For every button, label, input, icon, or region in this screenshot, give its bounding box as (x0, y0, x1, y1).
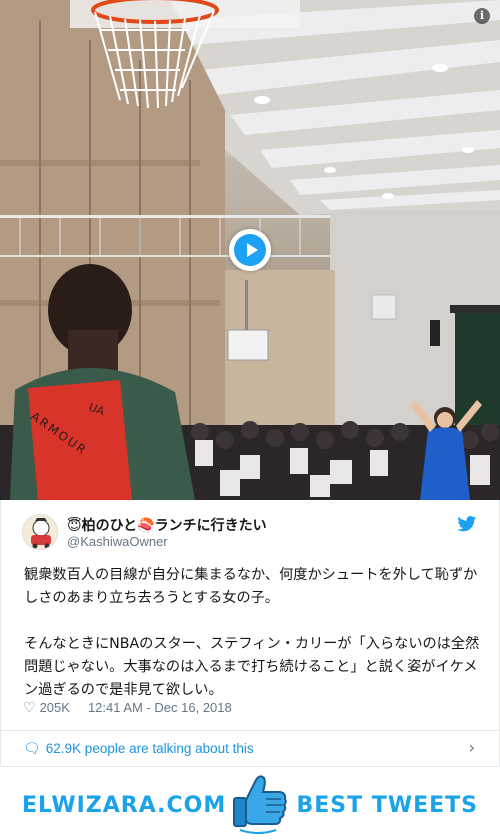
brand-right-text: BEST TWEETS (296, 793, 478, 818)
conversation-label[interactable]: 62.9K people are talking about this (46, 741, 254, 756)
tweet-paragraph-1: 観衆数百人の目線が自分に集まるなか、何度かシュートを外して恥ずかしさのあまり立ち… (24, 567, 478, 606)
heart-icon[interactable]: ♡ (23, 699, 36, 716)
info-icon[interactable]: i (474, 8, 490, 24)
brand-left-text: ELWIZARA.COM (22, 793, 227, 818)
twitter-bird-icon[interactable] (457, 516, 477, 536)
display-name[interactable]: 😇柏のひと🍣ランチに行きたい (67, 515, 267, 535)
thumbs-up-icon (226, 772, 290, 840)
avatar[interactable] (22, 514, 58, 550)
user-handle[interactable]: @KashiwaOwner (67, 534, 168, 549)
tweet-text: 観衆数百人の目線が自分に集まるなか、何度かシュートを外して恥ずかしさのあまり立ち… (24, 564, 486, 702)
tweet-video[interactable]: UA ARMOUR i (0, 0, 500, 500)
like-count[interactable]: 205K (40, 700, 70, 715)
tweet-card: 😇柏のひと🍣ランチに行きたい @KashiwaOwner 観衆数百人の目線が自分… (0, 500, 500, 730)
footer-banner: ELWIZARA.COM BEST TWEETS (0, 770, 500, 840)
tweet-meta: ♡ 205K 12:41 AM - Dec 16, 2018 (23, 699, 232, 716)
conversation-link[interactable]: 🗨 62.9K people are talking about this › (0, 730, 500, 767)
speech-bubble-icon: 🗨 (23, 740, 41, 757)
timestamp[interactable]: 12:41 AM - Dec 16, 2018 (88, 700, 232, 715)
play-icon[interactable] (229, 229, 271, 271)
chevron-right-icon: › (468, 738, 475, 757)
tweet-paragraph-2: そんなときにNBAのスター、ステフィン・カリーが「入らないのは全然問題じゃない。… (24, 636, 480, 698)
